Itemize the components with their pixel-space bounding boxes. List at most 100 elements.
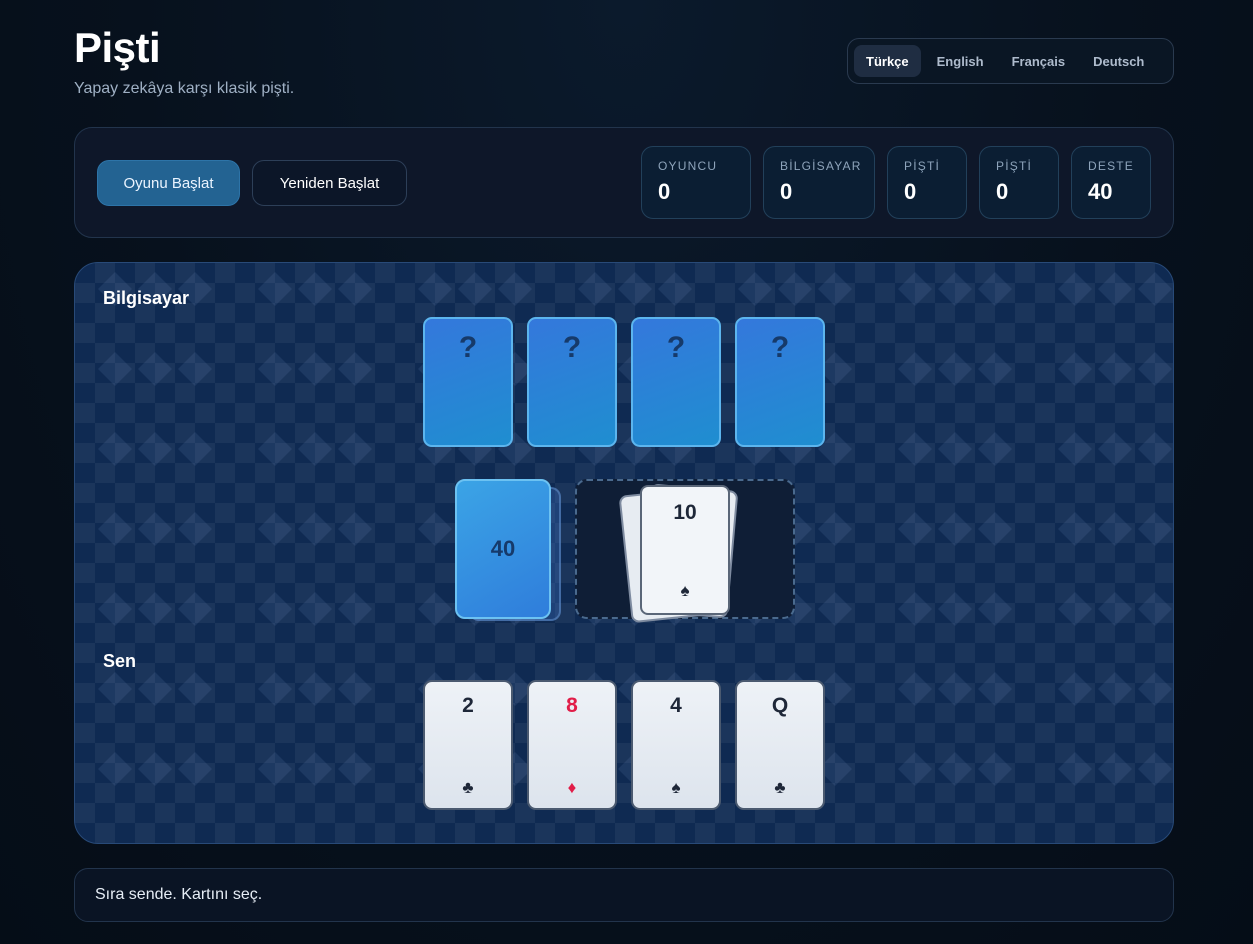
player-card[interactable]: 8 ♦	[527, 680, 617, 810]
stat-label: BİLGİSAYAR	[780, 159, 862, 173]
diamond-decoration	[98, 672, 132, 706]
diamond-decoration	[178, 432, 212, 466]
diamond-decoration	[898, 592, 932, 626]
diamond-decoration	[938, 272, 972, 306]
diamond-decoration	[898, 672, 932, 706]
stat-player-pisti: PİŞTİ 0	[887, 146, 967, 219]
diamond-decoration	[298, 272, 332, 306]
diamond-decoration	[1138, 672, 1172, 706]
page-title: Pişti	[74, 24, 161, 71]
restart-button[interactable]: Yeniden Başlat	[252, 160, 407, 206]
diamond-decoration	[738, 272, 772, 306]
lang-button-turkish[interactable]: Türkçe	[854, 45, 921, 77]
diamond-decoration	[98, 352, 132, 386]
computer-card: ?	[631, 317, 721, 447]
diamond-decoration	[1138, 432, 1172, 466]
draw-deck: 40	[455, 479, 551, 619]
diamond-decoration	[1058, 272, 1092, 306]
diamond-decoration	[1138, 752, 1172, 786]
status-message: Sıra sende. Kartını seç.	[74, 868, 1174, 922]
diamond-decoration	[298, 672, 332, 706]
diamond-decoration	[338, 672, 372, 706]
diamond-decoration	[1138, 352, 1172, 386]
discard-pile: 10 ♠	[575, 479, 795, 624]
lang-button-english[interactable]: English	[925, 45, 996, 77]
diamond-decoration	[818, 272, 852, 306]
diamond-decoration	[418, 512, 452, 546]
lang-button-french[interactable]: Français	[1000, 45, 1077, 77]
diamond-decoration	[1058, 672, 1092, 706]
diamond-decoration	[1058, 512, 1092, 546]
diamond-decoration	[458, 272, 492, 306]
diamond-decoration	[898, 272, 932, 306]
spade-icon: ♠	[671, 778, 681, 797]
diamond-decoration	[938, 592, 972, 626]
stat-value: 0	[780, 179, 793, 204]
computer-label: Bilgisayar	[103, 288, 190, 308]
diamond-decoration	[178, 352, 212, 386]
card-hidden-mark: ?	[458, 331, 478, 364]
stat-deck-count: DESTE 40	[1071, 146, 1151, 219]
diamond-decoration	[1098, 512, 1132, 546]
lang-button-german[interactable]: Deutsch	[1081, 45, 1156, 77]
diamond-decoration	[1098, 592, 1132, 626]
card-hidden-mark: ?	[770, 331, 790, 364]
diamond-decoration	[338, 272, 372, 306]
diamond-decoration	[138, 752, 172, 786]
card-hidden-mark: ?	[666, 331, 686, 364]
diamond-decoration	[938, 512, 972, 546]
diamond-decoration	[258, 592, 292, 626]
diamond-decoration	[578, 272, 612, 306]
player-card[interactable]: 4 ♠	[631, 680, 721, 810]
diamond-decoration	[298, 352, 332, 386]
diamond-decoration	[338, 752, 372, 786]
club-icon: ♣	[774, 778, 786, 797]
diamond-decoration	[258, 352, 292, 386]
stat-label: DESTE	[1088, 159, 1135, 173]
diamond-decoration	[1058, 432, 1092, 466]
spade-icon: ♠	[680, 581, 690, 600]
diamond-decoration	[338, 512, 372, 546]
stat-value: 0	[904, 179, 917, 204]
diamond-decoration	[258, 272, 292, 306]
player-card[interactable]: 2 ♣	[423, 680, 513, 810]
player-card[interactable]: Q ♣	[735, 680, 825, 810]
diamond-decoration	[778, 272, 812, 306]
diamond-decoration	[178, 592, 212, 626]
start-game-button[interactable]: Oyunu Başlat	[97, 160, 240, 206]
diamond-decoration	[938, 432, 972, 466]
club-icon: ♣	[462, 778, 474, 797]
diamond-decoration	[258, 432, 292, 466]
deck-count: 40	[490, 536, 516, 561]
diamond-decoration	[338, 592, 372, 626]
diamond-decoration	[178, 752, 212, 786]
diamond-decoration	[1098, 752, 1132, 786]
diamond-decoration	[1098, 352, 1132, 386]
diamond-decoration	[1138, 272, 1172, 306]
diamond-decoration	[498, 272, 532, 306]
diamond-decoration	[418, 592, 452, 626]
diamond-decoration	[938, 672, 972, 706]
diamond-decoration	[818, 512, 852, 546]
card-rank: Q	[771, 694, 789, 717]
stat-label: OYUNCU	[658, 159, 718, 173]
card-hidden-mark: ?	[562, 331, 582, 364]
diamond-decoration	[658, 272, 692, 306]
diamond-decoration	[938, 352, 972, 386]
pile-top-card: 10 ♠	[640, 485, 730, 615]
diamond-decoration	[1058, 592, 1092, 626]
diamond-decoration	[898, 432, 932, 466]
diamond-decoration	[338, 432, 372, 466]
diamond-decoration	[938, 752, 972, 786]
diamond-decoration	[978, 672, 1012, 706]
card-rank: 8	[566, 694, 578, 717]
diamond-decoration	[298, 432, 332, 466]
diamond-decoration	[298, 752, 332, 786]
diamond-decoration	[818, 592, 852, 626]
diamond-decoration	[978, 512, 1012, 546]
diamond-decoration	[1098, 672, 1132, 706]
diamond-decoration	[1058, 752, 1092, 786]
diamond-decoration	[98, 592, 132, 626]
diamond-icon: ♦	[567, 778, 577, 797]
diamond-decoration	[258, 672, 292, 706]
